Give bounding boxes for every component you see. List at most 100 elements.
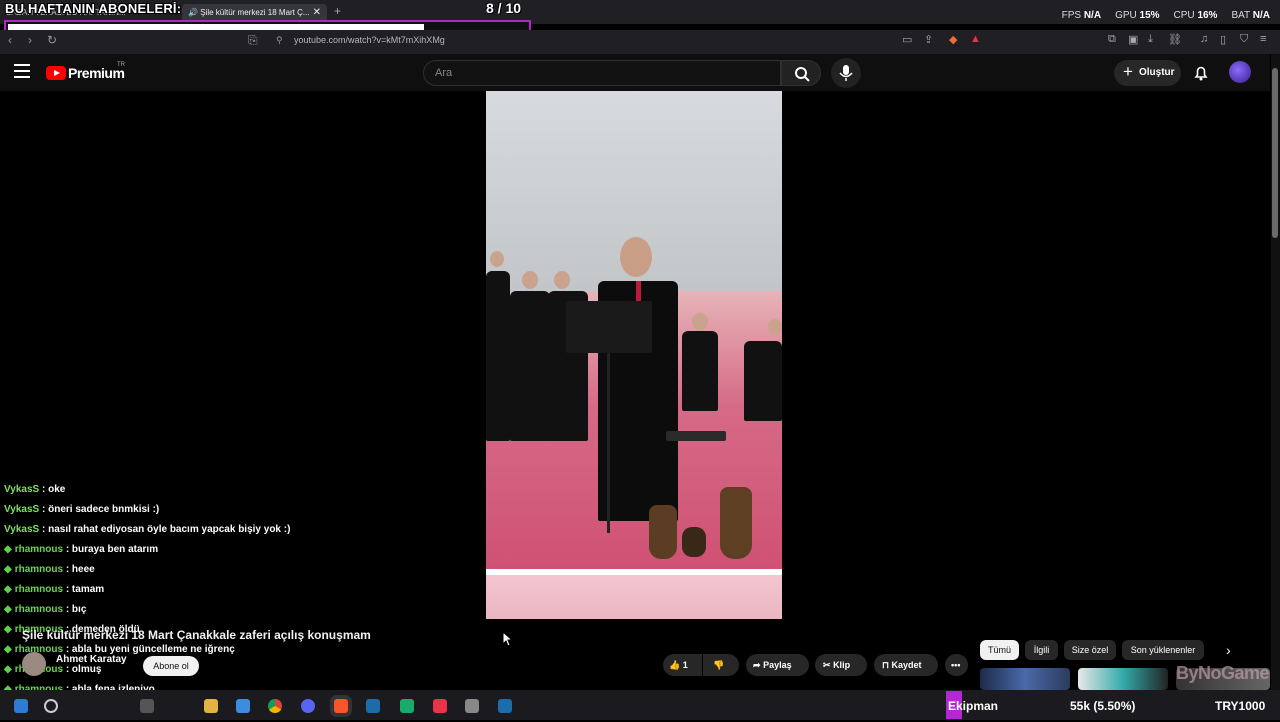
forward-icon[interactable]: › (28, 33, 32, 47)
thumbnail[interactable] (980, 668, 1070, 690)
app-icon[interactable] (433, 699, 447, 713)
subscribe-button[interactable]: Abone ol (143, 656, 199, 676)
chat-message: ◆ rhamnous : bıç (4, 602, 424, 622)
chat-username: VykasS (4, 484, 40, 495)
app-icon[interactable] (465, 699, 479, 713)
mod-badge-icon: ◆ (4, 644, 12, 655)
tab-label: Şile kültür merkezi 18 Mart Ç... (200, 8, 310, 17)
video-player[interactable] (486, 91, 782, 619)
voice-search-button[interactable] (831, 58, 861, 88)
steam-icon[interactable] (498, 699, 512, 713)
browser-nav-bar: ‹ › ↻ ⎘ ⚲ youtube.com/watch?v=kMt7mXihXM… (0, 30, 1280, 54)
streamer-watermark: ByNoGame (1176, 663, 1270, 683)
chip-related[interactable]: İlgili (1025, 640, 1058, 660)
account-avatar[interactable] (1229, 61, 1251, 83)
fps-stat: FPS N/A (1061, 10, 1102, 21)
screenshot-icon[interactable]: ▣ (1128, 33, 1138, 46)
search-taskbar-icon[interactable] (44, 699, 58, 713)
chat-message: ◆rhamnous : olmuş (4, 662, 424, 682)
dislike-button[interactable]: 👎 (703, 654, 739, 676)
sidebar-icon[interactable]: ▯ (1220, 33, 1226, 46)
channel-avatar[interactable] (22, 652, 46, 676)
share-label: Paylaş (763, 660, 792, 670)
share-button[interactable]: ➦ Paylaş (746, 654, 809, 676)
overlay-title: BU HAFTANIN ABONELERİ: (5, 1, 182, 16)
chat-message: VykasS : oke (4, 482, 424, 502)
chat-message: ◆ rhamnous : tamam (4, 582, 424, 602)
download-icon[interactable]: ⤓ (1148, 33, 1153, 46)
chrome-icon[interactable] (268, 699, 282, 713)
brave-rewards-icon[interactable]: ▲ (970, 33, 981, 45)
chat-text: : heee (65, 564, 95, 575)
pitcher (682, 527, 706, 557)
ticker-name: Ekipman (948, 699, 999, 713)
save-button[interactable]: ⊓ Kaydet (874, 654, 938, 676)
musician-head (522, 271, 538, 289)
musician-head (490, 251, 504, 267)
like-button[interactable]: 👍 1 (663, 654, 702, 676)
stand-pole (607, 353, 610, 533)
chevron-right-icon[interactable]: › (1226, 642, 1231, 658)
bat-stat: BAT N/A (1231, 10, 1270, 21)
media-icon[interactable]: ♫ (1200, 33, 1208, 45)
link-icon[interactable]: ⛓ (1168, 33, 1182, 46)
chat-message: VykasS : öneri sadece bnmkisi :) (4, 502, 424, 522)
back-icon[interactable]: ‹ (8, 33, 12, 47)
thumbnail[interactable] (1078, 668, 1168, 690)
scrollbar-thumb[interactable] (1272, 68, 1278, 238)
youtube-brand[interactable]: Premium (68, 65, 125, 81)
address-bar[interactable]: youtube.com/watch?v=kMt7mXihXMg (294, 35, 445, 45)
chip-for-you[interactable]: Size özel (1064, 640, 1116, 660)
brave-shield-icon[interactable]: ◆ (949, 33, 957, 46)
site-info-icon[interactable]: ⚲ (276, 35, 283, 46)
vpn-icon[interactable]: ⛉ (1240, 33, 1248, 46)
hamburger-menu-icon[interactable] (14, 64, 30, 78)
app-icon[interactable] (400, 699, 414, 713)
chip-recent[interactable]: Son yüklenenler (1122, 640, 1204, 660)
save-label: Kaydet (891, 660, 922, 670)
chat-message: ◆ rhamnous : heee (4, 562, 424, 582)
mod-badge-icon: ◆ (4, 624, 12, 635)
chip-all[interactable]: Tümü (980, 640, 1019, 660)
reload-icon[interactable]: ↻ (47, 33, 57, 47)
mod-badge-icon: ◆ (4, 604, 12, 615)
chat-username: rhamnous (14, 604, 64, 615)
more-dots-icon: ••• (951, 660, 961, 670)
youtube-logo-icon[interactable] (46, 66, 66, 80)
plus-icon: + (1123, 62, 1133, 81)
bookmark-icon[interactable]: ⎘ (248, 33, 258, 48)
search-button[interactable] (781, 60, 821, 86)
thumbs-up-icon: 👍 (669, 660, 681, 670)
mod-badge-icon: ◆ (4, 544, 12, 555)
pitcher (720, 487, 752, 559)
notifications-bell-icon[interactable] (1193, 65, 1209, 81)
task-view-icon[interactable] (140, 699, 154, 713)
new-tab-button[interactable]: + (334, 4, 341, 18)
share-icon[interactable]: ⇪ (924, 33, 933, 46)
steam-icon[interactable] (366, 699, 380, 713)
chat-text: : öneri sadece bnmkisi :) (42, 504, 160, 515)
channel-name[interactable]: Ahmet Karatay (56, 654, 127, 665)
menu-icon[interactable]: ≡ (1260, 33, 1266, 45)
brave-icon[interactable] (334, 699, 348, 713)
chat-message: ◆ rhamnous : buraya ben atarım (4, 542, 424, 562)
search-input[interactable]: Ara (423, 60, 781, 86)
stream-chat: VykasS : oke VykasS : öneri sadece bnmkis… (4, 482, 424, 722)
mod-badge-icon: ◆ (4, 664, 12, 675)
close-tab-icon[interactable]: ✕ (313, 7, 321, 18)
more-actions-button[interactable]: ••• (945, 654, 968, 676)
ticker-currency: TRY1000 (1215, 699, 1266, 713)
cpu-stat: CPU 16% (1173, 10, 1218, 21)
cast-icon[interactable]: ▭ (902, 33, 912, 46)
chat-username: VykasS (4, 504, 40, 515)
file-explorer-icon[interactable] (204, 699, 218, 713)
windows-start-icon[interactable] (14, 699, 28, 713)
discord-icon[interactable] (301, 699, 315, 713)
extensions-icon[interactable]: ⧉ (1108, 33, 1116, 46)
search-icon (795, 67, 810, 82)
clip-button[interactable]: ✂ Klip (815, 654, 867, 676)
speaker-head (620, 237, 652, 277)
create-button[interactable]: + Oluştur (1114, 60, 1181, 86)
mail-icon[interactable] (236, 699, 250, 713)
thumbs-down-icon: 👎 (713, 660, 725, 670)
